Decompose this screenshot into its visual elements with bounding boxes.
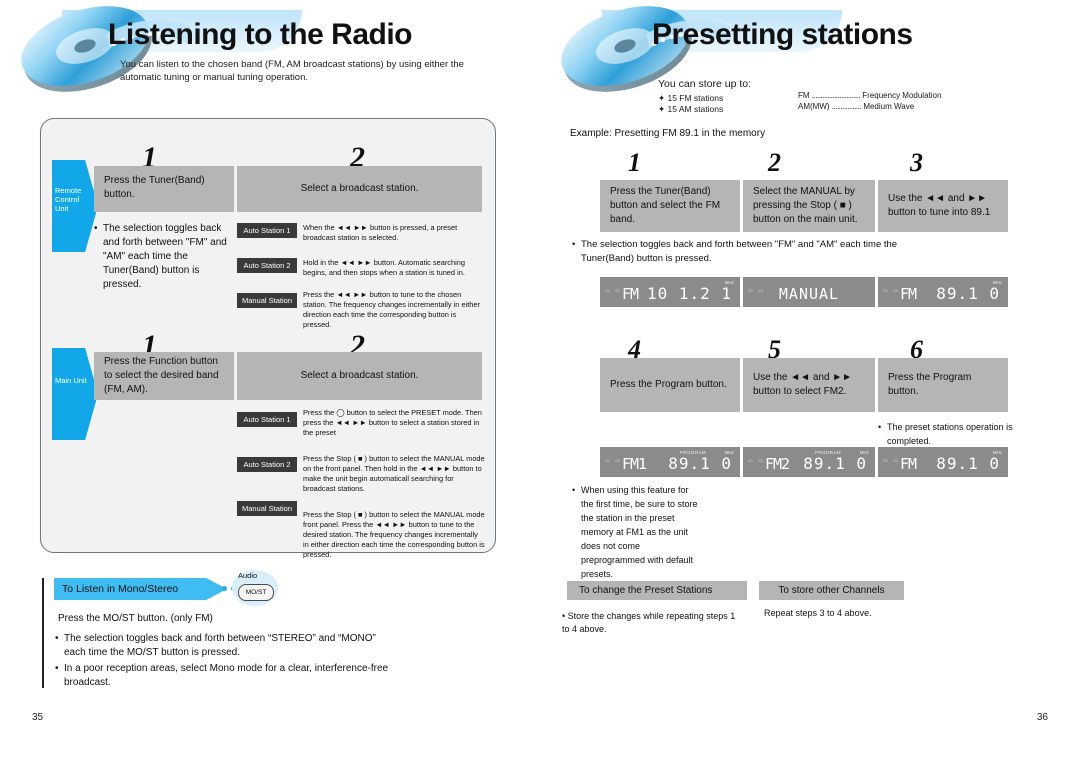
band-value: Frequency Modulation [862, 91, 942, 100]
preset-row1-bullet-text: The selection toggles back and forth bet… [581, 239, 898, 264]
left-page-title: Listening to the Radio [108, 18, 413, 51]
mono-stereo-side-rule [42, 578, 44, 688]
lcd-frequency-text: 89.1 0 [803, 454, 867, 473]
left-page-number: 35 [32, 712, 44, 723]
final-note: • When using this feature for the first … [572, 483, 702, 581]
preset-step-3-panel: Use the ◄◄ and ►► button to tune into 89… [878, 180, 1008, 232]
remote-step-1-bullet: • The selection toggles back and forth b… [94, 222, 230, 292]
remote-step-2-panel: Select a broadcast station. [237, 166, 482, 212]
desc-auto-station-1: When the ◄◄ ►► button is pressed, a pres… [303, 223, 458, 242]
mono-stereo-banner: To Listen in Mono/Stereo [54, 578, 227, 600]
preset-row2-bullet-text: The preset stations operation is complet… [887, 422, 1013, 446]
preset-step-2-panel: Select the MANUAL by pressing the Stop (… [743, 180, 875, 232]
band-legend-row: FM ............................ Frequenc… [798, 90, 941, 101]
bullet-dot-icon: • [878, 422, 882, 432]
left-page-subtitle: You can listen to the chosen band (FM, A… [120, 59, 464, 83]
lcd-mode-text: MANUAL [778, 285, 840, 303]
lcd-band-text: FM [900, 285, 917, 303]
main-step-1-panel: Press the Function button to select the … [94, 352, 234, 400]
preset-step-1-panel: Press the Tuner(Band) button and select … [600, 180, 740, 232]
lcd-indicator-icons: ▭ ▭ [748, 458, 765, 464]
mono-stereo-bullet-1: The selection toggles back and forth bet… [64, 633, 376, 658]
lcd-frequency-text: 89.1 0 [936, 454, 1000, 473]
preset-step-5-panel: Use the ◄◄ and ►► button to select FM2. [743, 358, 875, 412]
lcd-indicator-icons: ▭ ▭ [883, 458, 900, 464]
remote-step-1-bullet-text: The selection toggles back and forth bet… [103, 223, 227, 290]
band-name: FM [798, 91, 810, 100]
remote-step-1-panel: Press the Tuner(Band) button. [94, 166, 234, 212]
band-dots: ............................ [811, 91, 861, 100]
desc-main-manual-station: Press the Stop ( ■ ) button to select th… [303, 510, 485, 559]
store-capacity-block: You can store up to: ✦ 15 FM stations ✦ … [658, 78, 751, 115]
badge-auto-station-1: Auto Station 1 [237, 223, 297, 238]
preset-step-4-panel: Press the Program button. [600, 358, 740, 412]
lcd-display-2: ▭ ▭ MANUAL [743, 277, 875, 307]
page-right: Presetting stations You can store up to:… [540, 0, 1080, 763]
band-dots: ................. [831, 102, 862, 111]
lcd-display-5: ▭ ▭ PROGRAM MHz FM2 89.1 0 [743, 447, 875, 477]
band-legend-row: AM(MW) ................. Medium Wave [798, 101, 941, 112]
caption-change-preset-stations: To change the Preset Stations [567, 581, 747, 600]
caption-store-other-text: Repeat steps 3 to 4 above. [764, 608, 872, 618]
preset-step-3-number: 3 [910, 148, 923, 177]
bullet-dot-icon: • [94, 223, 98, 234]
lcd-frequency-text: 89.1 0 [668, 454, 732, 473]
right-page-number: 36 [1036, 712, 1048, 723]
desc-manual-station: Press the ◄◄ ►► button to tune to the ch… [303, 290, 480, 329]
preset-step-1-number: 1 [628, 148, 641, 177]
lcd-frequency-text: 10 1.2 1 [646, 284, 732, 303]
lcd-band-text: FM [622, 285, 639, 303]
preset-step-2-number: 2 [768, 148, 781, 177]
mono-stereo-line1: Press the MO/ST button. (only FM) [58, 613, 213, 624]
bullet-dot-icon: • [55, 663, 59, 674]
band-value: Medium Wave [863, 102, 915, 111]
badge-auto-station-2: Auto Station 2 [237, 258, 297, 273]
badge-main-manual-station: Manual Station [237, 501, 297, 516]
lcd-band-text: FM [900, 455, 917, 473]
remote-control-unit-label: Remote Control Unit [55, 186, 82, 213]
right-page-title: Presetting stations [652, 18, 913, 51]
caption-store-other-channels: To store other Channels [759, 581, 904, 600]
mono-stereo-bullets: • The selection toggles back and forth b… [55, 632, 400, 690]
main-step-2-panel: Select a broadcast station. [237, 352, 482, 400]
band-legend-block: FM ............................ Frequenc… [798, 90, 941, 112]
bullet-dot-icon: • [572, 239, 576, 250]
caption-change-preset-text: • Store the changes while repeating step… [562, 611, 736, 634]
example-label: Example: Presetting FM 89.1 in the memor… [570, 128, 766, 139]
lcd-indicator-icons: ▭ ▭ [605, 288, 622, 294]
mono-stereo-bullet-2: In a poor reception areas, select Mono m… [64, 663, 389, 688]
audio-caption: Audio [238, 571, 258, 580]
bullet-dot-icon: • [572, 485, 576, 495]
lcd-band-text: FM1 [622, 455, 647, 473]
badge-manual-station: Manual Station [237, 293, 297, 308]
bullet-dot-icon: • [562, 611, 566, 621]
store-capacity-title: You can store up to: [658, 78, 752, 90]
desc-auto-station-2: Hold in the ◄◄ ►► button. Automatic sear… [303, 258, 465, 277]
bullet-dot-icon: • [55, 633, 59, 644]
lcd-display-1: ▭ ▭ MHz FM 10 1.2 1 [600, 277, 740, 307]
lcd-display-4: ▭ ▭ PROGRAM MHz FM1 89.1 0 [600, 447, 740, 477]
mo-st-button[interactable]: MO/ST [238, 584, 274, 601]
page-left: Listening to the Radio You can listen to… [0, 0, 540, 763]
lcd-display-6: ▭ ▭ MHz FM 89.1 0 [878, 447, 1008, 477]
lcd-indicator-icons: ▭ ▭ [883, 288, 900, 294]
badge-main-auto-station-1: Auto Station 1 [237, 412, 297, 427]
preset-row2-bullet: • The preset stations operation is compl… [878, 420, 1013, 448]
lcd-display-3: ▭ ▭ MHz FM 89.1 0 [878, 277, 1008, 307]
lcd-frequency-text: 89.1 0 [936, 284, 1000, 303]
store-capacity-item: ✦ 15 FM stations [658, 93, 724, 103]
final-note-text: When using this feature for the first ti… [581, 485, 698, 579]
lcd-indicator-icons: ▭ ▭ [605, 458, 622, 464]
right-page-header: Presetting stations You can store up to:… [540, 0, 1080, 114]
badge-main-auto-station-2: Auto Station 2 [237, 457, 297, 472]
left-page-header: Listening to the Radio You can listen to… [0, 0, 540, 110]
store-capacity-item: ✦ 15 AM stations [658, 104, 724, 114]
preset-row1-bullet: • The selection toggles back and forth b… [572, 238, 912, 266]
main-unit-label: Main Unit [55, 376, 87, 385]
desc-main-auto-station-2: Press the Stop ( ■ ) button to select th… [303, 454, 485, 493]
preset-step-6-panel: Press the Program button. [878, 358, 1008, 412]
desc-main-auto-station-1: Press the ◯ button to select the PRESET … [303, 408, 482, 437]
band-name: AM(MW) [798, 102, 830, 111]
lcd-band-text: FM2 [765, 455, 790, 473]
